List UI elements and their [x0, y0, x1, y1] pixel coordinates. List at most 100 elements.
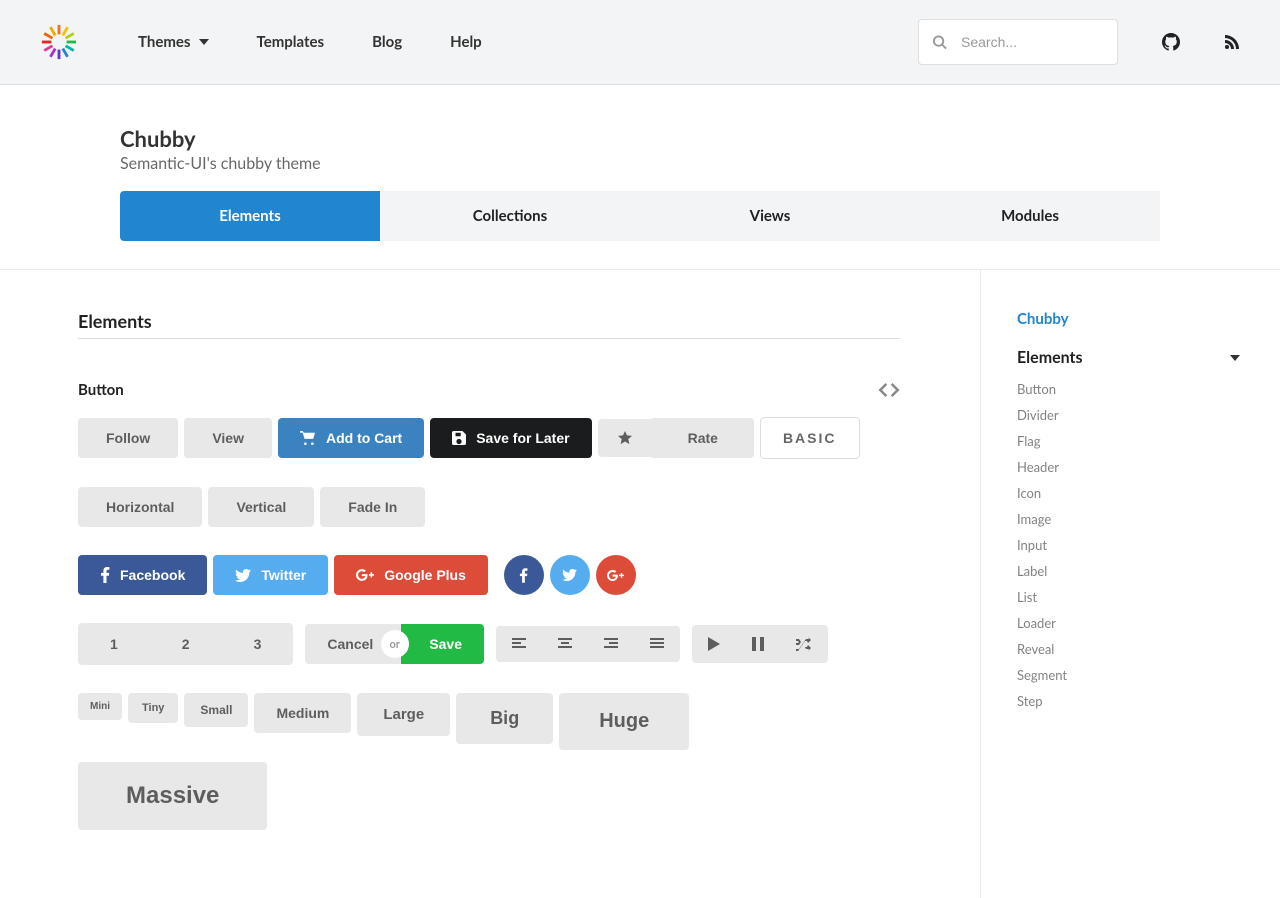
two-button[interactable]: 2	[150, 623, 222, 665]
logo[interactable]	[40, 23, 78, 61]
align-left-button[interactable]	[496, 626, 542, 662]
page-subtitle: Semantic-UI's chubby theme	[120, 154, 1160, 173]
horizontal-button[interactable]: Horizontal	[78, 487, 202, 527]
top-nav: Themes Templates Blog Help	[0, 0, 1280, 85]
button-row-groups: 1 2 3 Cancel or Save	[78, 623, 900, 665]
nav-themes[interactable]: Themes	[138, 33, 209, 51]
sidebar-item-flag[interactable]: Flag	[1017, 433, 1240, 449]
save-icon	[452, 431, 466, 445]
facebook-icon	[519, 568, 528, 583]
facebook-icon	[100, 567, 110, 583]
add-to-cart-button[interactable]: Add to Cart	[278, 418, 424, 458]
google-plus-icon	[356, 569, 374, 581]
caret-down-icon	[1230, 355, 1240, 361]
search-icon	[932, 35, 947, 50]
tab-collections[interactable]: Collections	[380, 191, 640, 241]
page-tabs: Elements Collections Views Modules	[120, 191, 1160, 241]
star-icon	[618, 431, 632, 445]
sidebar-item-loader[interactable]: Loader	[1017, 615, 1240, 631]
code-icon[interactable]	[878, 383, 900, 397]
sidebar-item-input[interactable]: Input	[1017, 537, 1240, 553]
nav-templates[interactable]: Templates	[257, 33, 325, 51]
mini-button[interactable]: Mini	[78, 693, 122, 720]
sidebar-item-icon[interactable]: Icon	[1017, 485, 1240, 501]
large-button[interactable]: Large	[357, 693, 450, 736]
google-plus-button[interactable]: Google Plus	[334, 555, 488, 595]
play-icon	[708, 637, 720, 651]
sidebar-list: Button Divider Flag Header Icon Image In…	[1017, 381, 1240, 709]
sidebar-item-button[interactable]: Button	[1017, 381, 1240, 397]
one-button[interactable]: 1	[78, 623, 150, 665]
rate-button[interactable]: Rate	[652, 418, 754, 458]
massive-button[interactable]: Massive	[78, 762, 267, 830]
follow-button[interactable]: Follow	[78, 418, 178, 458]
sidebar-item-label[interactable]: Label	[1017, 563, 1240, 579]
or-divider: or	[382, 631, 408, 657]
twitter-button[interactable]: Twitter	[213, 555, 328, 595]
button-row-2: Horizontal Vertical Fade In	[78, 487, 900, 527]
align-right-button[interactable]	[588, 626, 634, 662]
facebook-circle-button[interactable]	[504, 555, 544, 595]
rate-split-button: Rate	[598, 418, 754, 458]
save-for-later-button[interactable]: Save for Later	[430, 418, 591, 458]
sidebar-item-divider[interactable]: Divider	[1017, 407, 1240, 423]
sidebar-section-header[interactable]: Elements	[1017, 348, 1240, 367]
align-center-button[interactable]	[542, 626, 588, 662]
nav-items: Themes Templates Blog Help	[138, 33, 482, 51]
twitter-icon	[562, 569, 577, 581]
align-right-icon	[604, 638, 618, 650]
content-wrap: Elements Button Follow View Add to Cart …	[0, 269, 1280, 898]
google-plus-circle-button[interactable]	[596, 555, 636, 595]
sidebar-item-segment[interactable]: Segment	[1017, 667, 1240, 683]
medium-button[interactable]: Medium	[254, 693, 351, 733]
vertical-button[interactable]: Vertical	[208, 487, 314, 527]
save-button[interactable]: Save	[401, 624, 484, 664]
nav-blog[interactable]: Blog	[372, 33, 402, 51]
rate-star-button[interactable]	[598, 419, 652, 457]
view-button[interactable]: View	[184, 418, 272, 458]
tiny-button[interactable]: Tiny	[128, 693, 178, 723]
sidebar-section-label: Elements	[1017, 348, 1083, 367]
github-icon[interactable]	[1162, 33, 1180, 51]
top-nav-right	[918, 19, 1240, 65]
nav-themes-label: Themes	[138, 33, 191, 51]
pause-icon	[752, 637, 764, 651]
button-heading: Button	[78, 381, 124, 399]
big-button[interactable]: Big	[456, 693, 553, 744]
rss-icon[interactable]	[1224, 34, 1240, 50]
fade-in-button[interactable]: Fade In	[320, 487, 425, 527]
facebook-button[interactable]: Facebook	[78, 555, 207, 595]
tab-elements[interactable]: Elements	[120, 191, 380, 241]
page-title: Chubby	[120, 125, 1160, 152]
shuffle-button[interactable]	[780, 625, 828, 663]
basic-button[interactable]: BASIC	[760, 417, 860, 459]
page-header: Chubby Semantic-UI's chubby theme Elemen…	[80, 85, 1200, 241]
button-row-sizes: Mini Tiny Small Medium Large Big Huge Ma…	[78, 693, 900, 830]
search-box	[918, 19, 1118, 65]
pause-button[interactable]	[736, 625, 780, 663]
nav-help[interactable]: Help	[450, 33, 482, 51]
align-justify-button[interactable]	[634, 626, 680, 662]
shuffle-icon	[796, 637, 812, 651]
huge-button[interactable]: Huge	[559, 693, 689, 750]
sidebar-item-reveal[interactable]: Reveal	[1017, 641, 1240, 657]
sidebar-breadcrumb[interactable]: Chubby	[1017, 310, 1240, 328]
caret-down-icon	[199, 39, 209, 45]
cart-icon	[300, 431, 316, 445]
small-button[interactable]: Small	[184, 693, 248, 727]
button-subsection-header: Button	[78, 381, 900, 399]
tab-modules[interactable]: Modules	[900, 191, 1160, 241]
number-group: 1 2 3	[78, 623, 293, 665]
search-input[interactable]	[918, 19, 1118, 65]
sidebar-item-image[interactable]: Image	[1017, 511, 1240, 527]
sidebar-item-header[interactable]: Header	[1017, 459, 1240, 475]
sidebar-item-list[interactable]: List	[1017, 589, 1240, 605]
button-row-social: Facebook Twitter Google Plus	[78, 555, 900, 595]
sidebar-item-step[interactable]: Step	[1017, 693, 1240, 709]
twitter-circle-button[interactable]	[550, 555, 590, 595]
three-button[interactable]: 3	[222, 623, 294, 665]
play-button[interactable]	[692, 625, 736, 663]
right-sidebar: Chubby Elements Button Divider Flag Head…	[980, 270, 1280, 898]
main-content: Elements Button Follow View Add to Cart …	[0, 270, 980, 898]
tab-views[interactable]: Views	[640, 191, 900, 241]
